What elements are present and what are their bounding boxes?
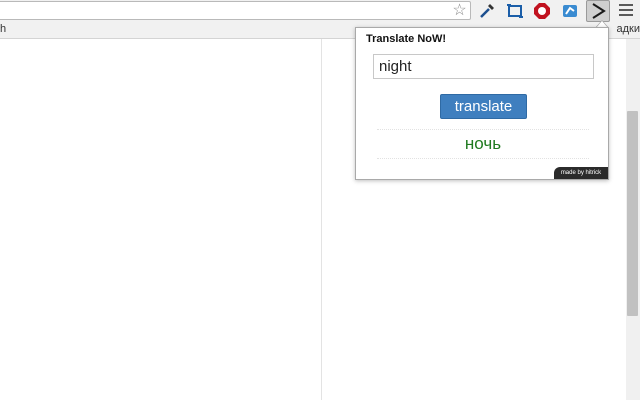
popup-title: Translate NoW! (366, 33, 447, 45)
scrollbar[interactable] (626, 39, 640, 400)
translate-popup: Translate NoW! translate ночь made by hi… (355, 27, 609, 180)
translate-button[interactable]: translate (440, 94, 527, 119)
browser-toolbar: ☆ (0, 0, 640, 22)
extension-icon[interactable] (561, 2, 579, 20)
credit-badge[interactable]: made by hitrick (554, 167, 608, 179)
bookmark-item[interactable]: h (0, 23, 6, 35)
eyedropper-icon[interactable] (478, 2, 496, 20)
bookmark-star-icon[interactable]: ☆ (451, 2, 468, 19)
adblock-icon[interactable] (533, 2, 551, 20)
other-bookmarks[interactable]: адки (617, 23, 640, 35)
menu-icon[interactable] (619, 4, 633, 17)
word-input[interactable] (373, 54, 594, 79)
translate-extension-icon (592, 3, 606, 19)
address-bar[interactable] (0, 1, 471, 20)
translate-extension-button[interactable] (586, 0, 610, 22)
translation-result: ночь (377, 129, 589, 159)
scrollbar-thumb[interactable] (627, 111, 638, 316)
page-divider (321, 39, 322, 400)
screenshot-icon[interactable] (506, 2, 524, 20)
